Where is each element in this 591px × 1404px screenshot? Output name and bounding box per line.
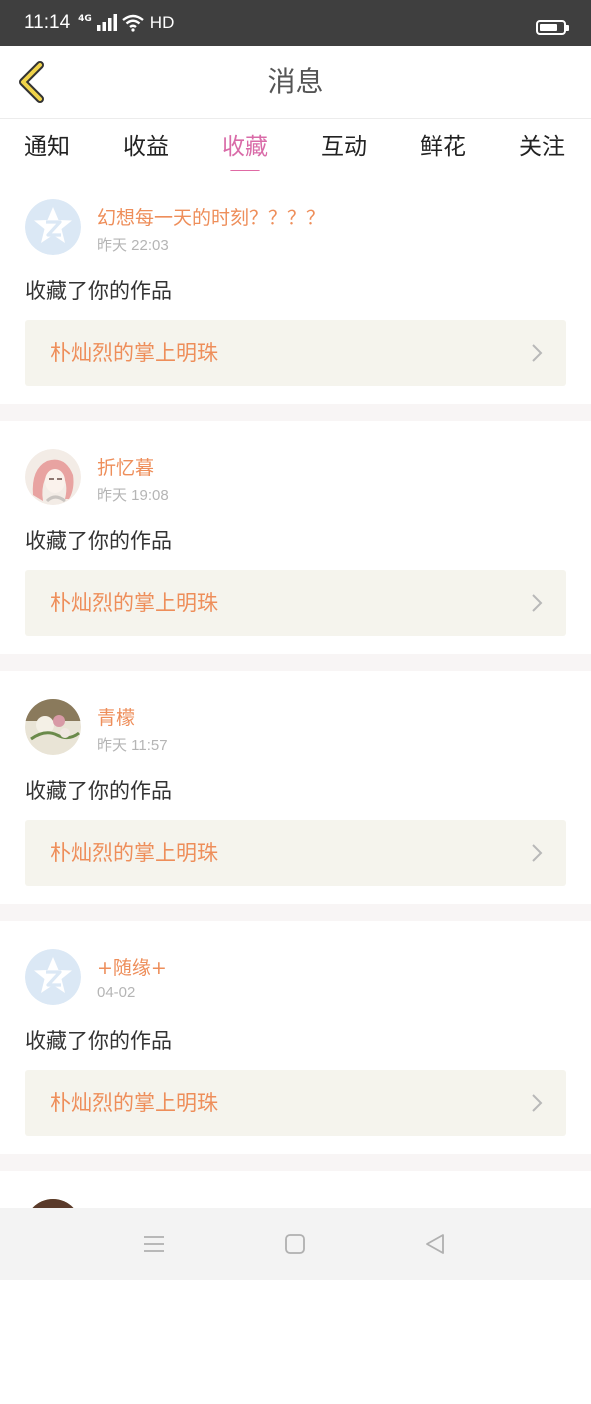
status-time: 11:14	[24, 12, 71, 33]
hd-indicator: HD	[149, 13, 175, 32]
work-title: 朴灿烈的掌上明珠	[50, 591, 218, 615]
divider	[0, 654, 591, 671]
flower-photo-avatar-icon	[25, 699, 81, 755]
menu-icon[interactable]	[141, 1231, 167, 1257]
tab-favorites[interactable]: 收藏	[222, 127, 268, 173]
list-item: 骤雨	[0, 1171, 591, 1404]
work-card[interactable]: 朴灿烈的掌上明珠	[25, 1070, 566, 1136]
network-indicator: 4G HD	[78, 13, 174, 33]
work-title: 朴灿烈的掌上明珠	[50, 341, 218, 365]
list-item: 幻想每一天的时刻？？？？ 昨天 22:03 收藏了你的作品 朴灿烈的掌上明珠	[0, 171, 591, 404]
tab-label: 互动	[321, 134, 367, 160]
action-text: 收藏了你的作品	[25, 529, 172, 553]
action-text: 收藏了你的作品	[25, 279, 172, 303]
tab-flowers[interactable]: 鲜花	[420, 127, 466, 161]
tab-notify[interactable]: 通知	[24, 127, 70, 161]
tab-follow[interactable]: 关注	[519, 127, 565, 161]
timestamp: 04-02	[97, 984, 136, 1001]
timestamp: 昨天 11:57	[97, 737, 168, 754]
anime-girl-avatar-icon	[25, 449, 81, 505]
divider	[0, 1154, 591, 1171]
signal-icon	[96, 14, 117, 31]
divider	[0, 904, 591, 921]
default-avatar-icon	[25, 199, 81, 255]
work-card[interactable]: 朴灿烈的掌上明珠	[25, 570, 566, 636]
user-name[interactable]: 幻想每一天的时刻？？？？	[97, 203, 325, 230]
work-card[interactable]: 朴灿烈的掌上明珠	[25, 820, 566, 886]
battery-icon	[536, 20, 569, 35]
tab-label: 收藏	[222, 134, 268, 160]
work-title: 朴灿烈的掌上明珠	[50, 1091, 218, 1115]
avatar[interactable]	[25, 449, 81, 505]
work-title: 朴灿烈的掌上明珠	[50, 841, 218, 865]
chevron-right-icon	[532, 844, 543, 862]
list-item: 青檬 昨天 11:57 收藏了你的作品 朴灿烈的掌上明珠	[0, 671, 591, 904]
chevron-right-icon	[532, 344, 543, 362]
timestamp: 昨天 19:08	[97, 487, 169, 504]
action-text: 收藏了你的作品	[25, 1029, 172, 1053]
wifi-icon	[122, 14, 144, 32]
timestamp: 昨天 22:03	[97, 237, 169, 254]
tab-label: 关注	[519, 134, 565, 160]
chevron-right-icon	[532, 1094, 543, 1112]
default-avatar-icon	[25, 949, 81, 1005]
list-item: 折忆暮 昨天 19:08 收藏了你的作品 朴灿烈的掌上明珠	[0, 421, 591, 654]
header: 消息	[0, 46, 591, 119]
status-bar: 11:14 4G HD	[0, 0, 591, 46]
divider	[0, 404, 591, 421]
tab-income[interactable]: 收益	[123, 127, 169, 161]
list-item: +随缘+ 04-02 收藏了你的作品 朴灿烈的掌上明珠	[0, 921, 591, 1154]
avatar[interactable]	[25, 199, 81, 255]
user-name[interactable]: +随缘+	[97, 953, 167, 980]
user-name[interactable]: 折忆暮	[97, 453, 154, 480]
chevron-right-icon	[532, 594, 543, 612]
home-icon[interactable]	[282, 1231, 308, 1257]
tab-label: 通知	[24, 134, 70, 160]
tab-label: 收益	[123, 134, 169, 160]
back-triangle-icon[interactable]	[422, 1231, 448, 1257]
tab-label: 鲜花	[420, 134, 466, 160]
tab-interaction[interactable]: 互动	[321, 127, 367, 161]
work-card[interactable]: 朴灿烈的掌上明珠	[25, 320, 566, 386]
tab-bar: 通知 收益 收藏 互动 鲜花 关注	[0, 119, 591, 173]
user-name[interactable]: 青檬	[97, 703, 135, 730]
avatar[interactable]	[25, 949, 81, 1005]
network-type: 4G	[78, 13, 92, 24]
page-title: 消息	[267, 65, 324, 98]
system-nav-bar	[0, 1208, 591, 1280]
avatar[interactable]	[25, 699, 81, 755]
action-text: 收藏了你的作品	[25, 779, 172, 803]
